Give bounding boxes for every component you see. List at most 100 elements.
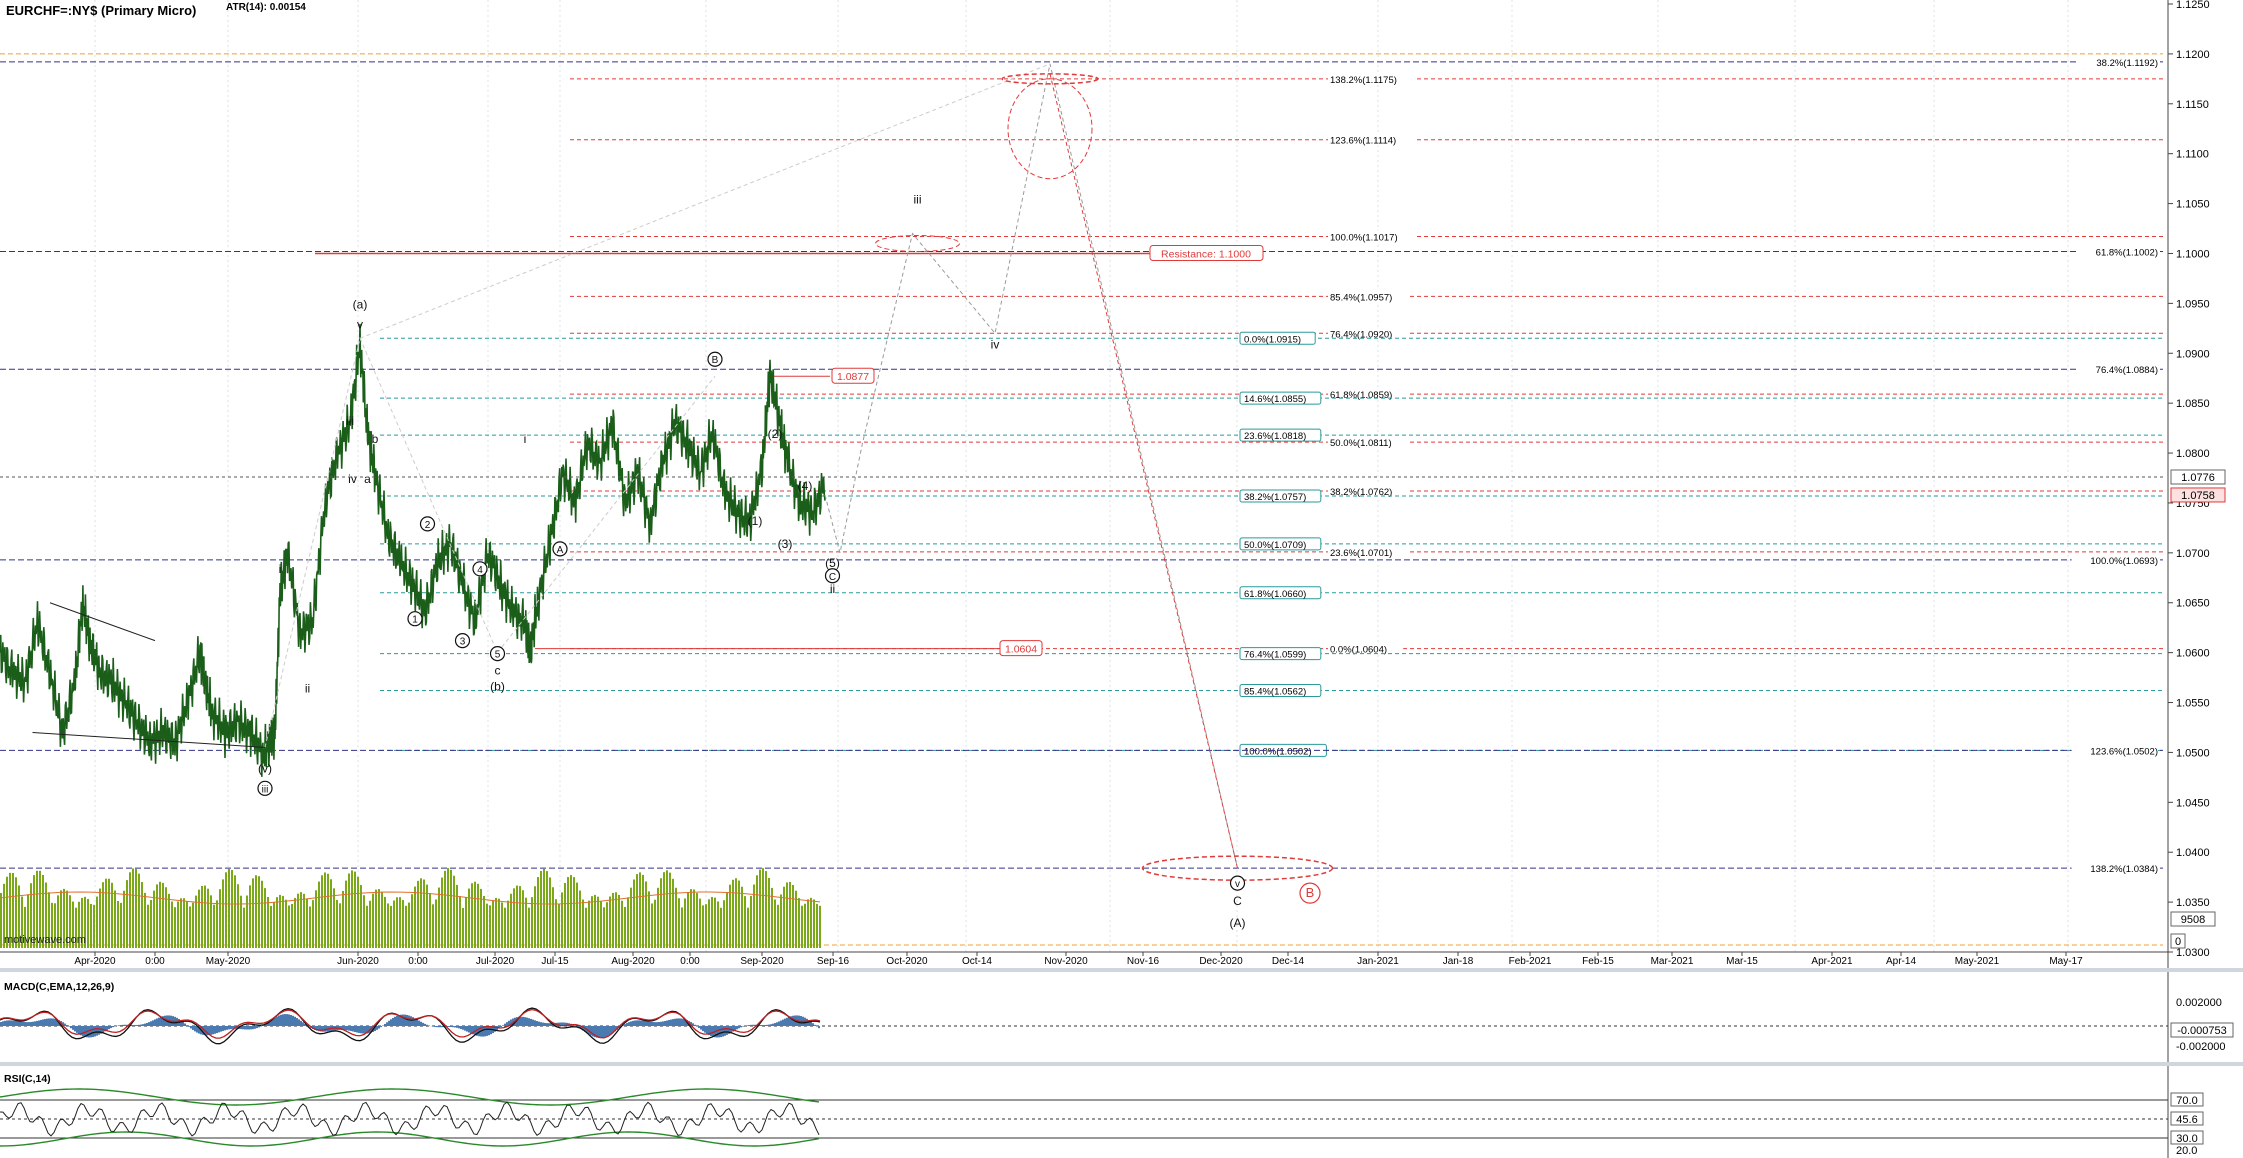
volume-bar (177, 901, 179, 948)
volume-bar (549, 877, 551, 948)
volume-bar (726, 891, 728, 948)
volume-bar (420, 878, 422, 948)
volume-bar (456, 884, 458, 948)
macd-hist-bar (546, 1023, 548, 1026)
macd-hist-bar (254, 1026, 256, 1029)
volume-bar (171, 901, 173, 948)
macd-hist-bar (682, 1018, 684, 1026)
macd-hist-bar (426, 1024, 428, 1026)
macd-hist-bar (398, 1015, 400, 1026)
fib-level-label: 100.0%(1.0693) (2090, 556, 2158, 567)
volume-bar (183, 898, 185, 948)
macd-hist-bar (274, 1017, 276, 1026)
macd-hist-bar (346, 1026, 348, 1031)
macd-hist-bar (46, 1018, 48, 1026)
volume-bar (504, 907, 506, 948)
price-chart-svg[interactable]: 1.1250 1.1200 1.1150 1.1100 1.1050 1.1000 1.09… (0, 0, 2243, 1158)
volume-bar (606, 902, 608, 948)
macd-hist-bar (214, 1026, 216, 1034)
macd-hist-bar (760, 1024, 762, 1026)
x-tick-label: Oct-2020 (886, 956, 928, 967)
macd-hist-bar (540, 1022, 542, 1026)
projection-path (824, 63, 1238, 869)
watermark: motivewave.com (4, 934, 86, 946)
macd-hist-bar (34, 1021, 36, 1026)
y-tick-label: 1.0650 (2176, 598, 2210, 610)
volume-bar (321, 875, 323, 948)
volume-bar (447, 868, 449, 948)
wave-label: B (712, 355, 719, 366)
macd-hist-bar (454, 1026, 456, 1028)
y-tick-label: 1.0350 (2176, 897, 2210, 909)
macd-hist-bar (602, 1026, 604, 1038)
volume-bar (669, 872, 671, 948)
y-tick-label: 1.0900 (2176, 348, 2210, 360)
volume-bar (678, 898, 680, 948)
volume-bar (552, 887, 554, 948)
macd-hist-bar (124, 1024, 126, 1026)
volume-bar (300, 892, 302, 948)
volume-bar (558, 904, 560, 948)
y-tick-label: 1.0800 (2176, 448, 2210, 460)
volume-bar (684, 898, 686, 948)
macd-hist-bar (228, 1026, 230, 1030)
wave-label: C (1233, 894, 1242, 908)
wave-label: iv (348, 472, 357, 486)
volume-bar (135, 868, 137, 948)
volume-bar (663, 872, 665, 948)
y-tick-label: 1.1200 (2176, 49, 2210, 61)
wave-label: 4 (477, 565, 483, 576)
macd-hist-bar (226, 1026, 228, 1030)
macd-hist-bar (536, 1021, 538, 1026)
volume-bar (708, 899, 710, 948)
volume-bar (804, 903, 806, 948)
macd-hist-bar (636, 1020, 638, 1026)
volume-bar (138, 873, 140, 948)
volume-bar (630, 887, 632, 948)
macd-hist-bar (354, 1026, 356, 1033)
volume-bar (516, 885, 518, 948)
macd-hist-bar (82, 1026, 84, 1037)
macd-hist-bar (300, 1020, 302, 1026)
rsi-tick: 70.0 (2176, 1095, 2197, 1107)
volume-bar (252, 878, 254, 948)
macd-hist-bar (322, 1026, 324, 1032)
x-tick-label: May-2020 (206, 956, 251, 967)
x-tick-label: Dec-14 (1272, 956, 1305, 967)
macd-hist-bar (424, 1023, 426, 1026)
x-tick-label: Jan-18 (1443, 956, 1474, 967)
volume-bar (207, 888, 209, 948)
volume-bar (192, 902, 194, 948)
volume-bar (735, 878, 737, 948)
volume-bar (576, 882, 578, 948)
wave-label: (3) (778, 537, 793, 551)
volume-bar (672, 878, 674, 948)
volume-bar (792, 884, 794, 948)
macd-hist-bar (402, 1014, 404, 1026)
macd-hist-bar (698, 1026, 700, 1028)
fib-level-label: 23.6%(1.0701) (1330, 548, 1392, 559)
macd-hist-bar (652, 1022, 654, 1026)
macd-hist-bar (606, 1026, 608, 1037)
wave-label: (2) (768, 427, 783, 441)
x-tick-label: Mar-15 (1726, 956, 1758, 967)
volume-zero: 0 (2175, 936, 2181, 948)
volume-bar (756, 875, 758, 948)
macd-hist-bar (538, 1021, 540, 1026)
volume-bar (273, 902, 275, 948)
wave-label: ii (830, 582, 835, 596)
macd-hist-bar (670, 1019, 672, 1026)
volume-bar (165, 887, 167, 948)
volume-bar (747, 907, 749, 948)
volume-bar (168, 893, 170, 948)
volume-bar (237, 884, 239, 948)
macd-hist-bar (674, 1018, 676, 1026)
volume-bar (540, 870, 542, 948)
macd-hist-bar (348, 1026, 350, 1031)
volume-bar (711, 896, 713, 948)
macd-hist-bar (604, 1026, 606, 1038)
macd-hist-bar (92, 1026, 94, 1038)
macd-hist-bar (484, 1026, 486, 1037)
volume-bar (744, 896, 746, 948)
macd-hist-bar (788, 1016, 790, 1026)
